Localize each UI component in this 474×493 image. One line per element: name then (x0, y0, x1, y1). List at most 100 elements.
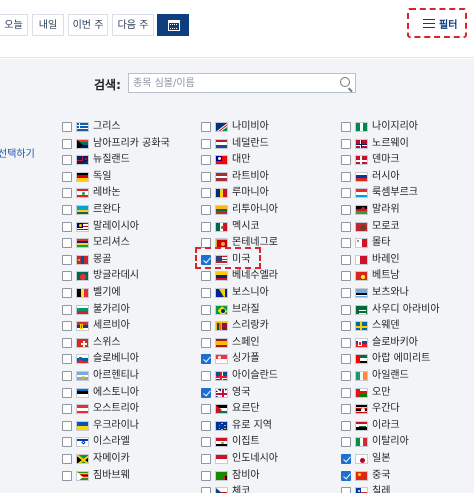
country-item[interactable]: 스리랑카 (201, 320, 321, 334)
country-checkbox[interactable] (62, 254, 72, 265)
country-checkbox[interactable] (341, 470, 351, 481)
country-item[interactable]: 독일 (62, 171, 182, 185)
country-item[interactable]: 싱가폴 (201, 353, 321, 367)
country-item[interactable]: 자메이카 (62, 453, 182, 467)
country-checkbox[interactable] (201, 155, 211, 166)
country-checkbox[interactable] (341, 138, 351, 149)
country-item[interactable]: 잠비아 (201, 470, 321, 484)
country-item[interactable]: 슬로바키아 (341, 337, 461, 351)
country-checkbox[interactable] (201, 387, 211, 398)
country-checkbox[interactable] (62, 205, 72, 215)
country-checkbox[interactable] (341, 371, 351, 381)
country-checkbox[interactable] (62, 238, 72, 249)
country-item[interactable]: 보스니아 (201, 287, 321, 301)
country-checkbox[interactable] (62, 221, 72, 232)
country-checkbox[interactable] (201, 470, 211, 481)
select-all-link[interactable]: 선택하기 (0, 145, 35, 160)
country-checkbox[interactable] (62, 454, 72, 464)
country-checkbox[interactable] (341, 188, 351, 199)
country-checkbox[interactable] (62, 188, 72, 199)
country-item[interactable]: 라트비아 (201, 171, 321, 185)
country-checkbox[interactable] (62, 138, 72, 149)
country-item[interactable]: 체코 (201, 486, 321, 493)
country-item[interactable]: 멕시코 (201, 221, 321, 235)
country-item[interactable]: 방글라데시 (62, 270, 182, 284)
country-item[interactable]: 노르웨이 (341, 138, 461, 152)
country-item[interactable]: 러시아 (341, 171, 461, 185)
country-checkbox[interactable] (341, 487, 351, 493)
country-checkbox[interactable] (201, 420, 211, 431)
country-item[interactable]: 아일랜드 (341, 370, 461, 384)
country-checkbox[interactable] (201, 171, 211, 182)
country-item[interactable]: 보츠와나 (341, 287, 461, 301)
country-item[interactable]: 르완다 (62, 204, 182, 218)
country-checkbox[interactable] (341, 354, 351, 365)
country-item[interactable]: 이라크 (341, 420, 461, 434)
country-item[interactable]: 칠레 (341, 486, 461, 493)
country-checkbox[interactable] (201, 205, 211, 215)
country-item[interactable]: 영국 (201, 387, 321, 401)
country-item[interactable]: 남아프리카 공화국 (62, 138, 182, 152)
tab-tomorrow[interactable]: 내일 (32, 14, 64, 36)
country-checkbox[interactable] (341, 420, 351, 431)
country-checkbox[interactable] (201, 437, 211, 448)
country-item[interactable]: 모리셔스 (62, 237, 182, 251)
country-item[interactable]: 아이슬란드 (201, 370, 321, 384)
country-item[interactable]: 루마니아 (201, 187, 321, 201)
country-item[interactable]: 이스라엘 (62, 436, 182, 450)
country-item[interactable]: 아랍 에미리트 (341, 353, 461, 367)
filter-button[interactable]: 필터 (407, 8, 467, 38)
country-item[interactable]: 스웨덴 (341, 320, 461, 334)
country-checkbox[interactable] (201, 371, 211, 381)
country-item[interactable]: 몽골 (62, 254, 182, 268)
country-item[interactable]: 오만 (341, 387, 461, 401)
country-item[interactable]: 세르비아 (62, 320, 182, 334)
country-item[interactable]: 네덜란드 (201, 138, 321, 152)
country-checkbox[interactable] (62, 420, 72, 431)
country-checkbox[interactable] (201, 138, 211, 149)
country-checkbox[interactable] (62, 304, 72, 315)
search-input[interactable] (129, 74, 335, 92)
country-item[interactable]: 뉴질랜드 (62, 154, 182, 168)
country-item[interactable]: 아르헨티나 (62, 370, 182, 384)
country-checkbox[interactable] (341, 387, 351, 398)
country-item[interactable]: 덴마크 (341, 154, 461, 168)
country-checkbox[interactable] (341, 437, 351, 448)
country-item[interactable]: 나미비아 (201, 121, 321, 135)
country-checkbox[interactable] (62, 122, 72, 132)
country-checkbox[interactable] (62, 387, 72, 398)
country-item[interactable]: 말라위 (341, 204, 461, 218)
country-checkbox[interactable] (62, 288, 72, 298)
country-checkbox[interactable] (341, 205, 351, 215)
country-item[interactable]: 그리스 (62, 121, 182, 135)
country-checkbox[interactable] (201, 337, 211, 348)
country-item[interactable]: 에스토니아 (62, 387, 182, 401)
search-icon[interactable] (340, 77, 350, 87)
country-checkbox[interactable] (201, 454, 211, 464)
country-checkbox[interactable] (201, 304, 211, 315)
country-item[interactable]: 리투아니아 (201, 204, 321, 218)
country-item[interactable]: 베네수엘라 (201, 270, 321, 284)
country-item[interactable]: 스페인 (201, 337, 321, 351)
country-item[interactable]: 스위스 (62, 337, 182, 351)
country-item[interactable]: 일본 (341, 453, 461, 467)
country-item[interactable]: 우크라이나 (62, 420, 182, 434)
country-item[interactable]: 바레인 (341, 254, 461, 268)
country-checkbox[interactable] (341, 155, 351, 166)
country-item[interactable]: 이탈리아 (341, 436, 461, 450)
country-item[interactable]: 짐바브웨 (62, 470, 182, 484)
tab-this-week[interactable]: 이번 주 (68, 14, 108, 36)
country-checkbox[interactable] (341, 254, 351, 265)
country-checkbox[interactable] (201, 354, 211, 365)
country-checkbox[interactable] (341, 221, 351, 232)
country-checkbox[interactable] (201, 271, 211, 282)
country-item[interactable]: 유로 지역 (201, 420, 321, 434)
tab-today[interactable]: 오늘 (0, 14, 28, 36)
country-checkbox[interactable] (341, 304, 351, 315)
country-item[interactable]: 인도네시아 (201, 453, 321, 467)
country-checkbox[interactable] (62, 371, 72, 381)
country-item[interactable]: 브라질 (201, 304, 321, 318)
country-checkbox[interactable] (341, 321, 351, 332)
country-checkbox[interactable] (201, 188, 211, 199)
country-checkbox[interactable] (341, 238, 351, 249)
